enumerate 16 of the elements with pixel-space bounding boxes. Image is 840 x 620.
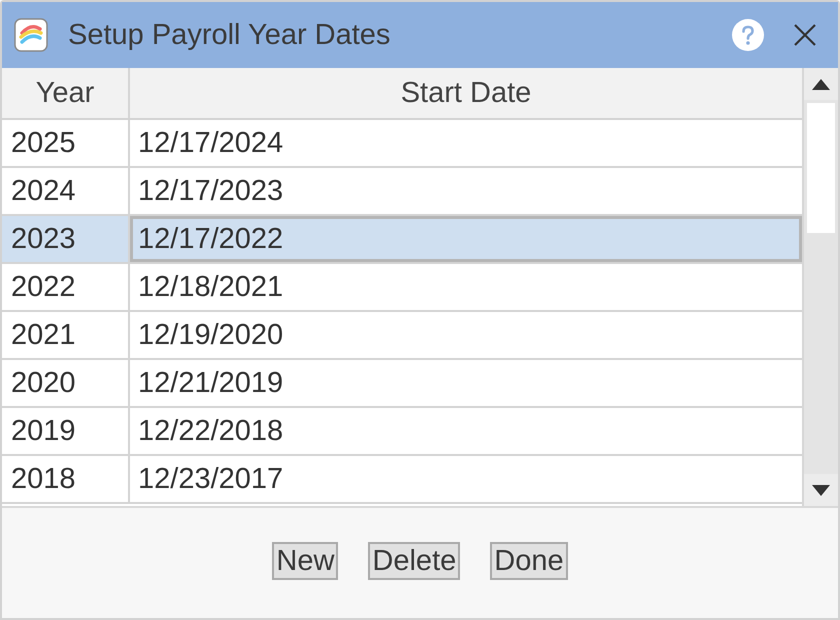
window-title: Setup Payroll Year Dates: [68, 18, 392, 52]
table-cell[interactable]: 12/17/2022: [130, 216, 802, 262]
close-icon[interactable]: [794, 24, 816, 46]
column-header[interactable]: Start Date: [130, 68, 802, 118]
scroll-thumb[interactable]: [807, 103, 835, 233]
up-arrow-icon: [812, 78, 830, 90]
dialog-button[interactable]: Done: [490, 542, 568, 580]
scrollbar[interactable]: [802, 68, 838, 506]
scroll-up-button[interactable]: [804, 68, 838, 100]
column-header[interactable]: Year: [2, 68, 130, 118]
app-logo-icon: [14, 18, 48, 52]
dialog-button[interactable]: Delete: [368, 542, 460, 580]
dialog-button[interactable]: New: [272, 542, 338, 580]
down-arrow-icon: [812, 484, 830, 496]
table-cell[interactable]: 2023: [2, 216, 130, 262]
scroll-down-button[interactable]: [804, 474, 838, 506]
